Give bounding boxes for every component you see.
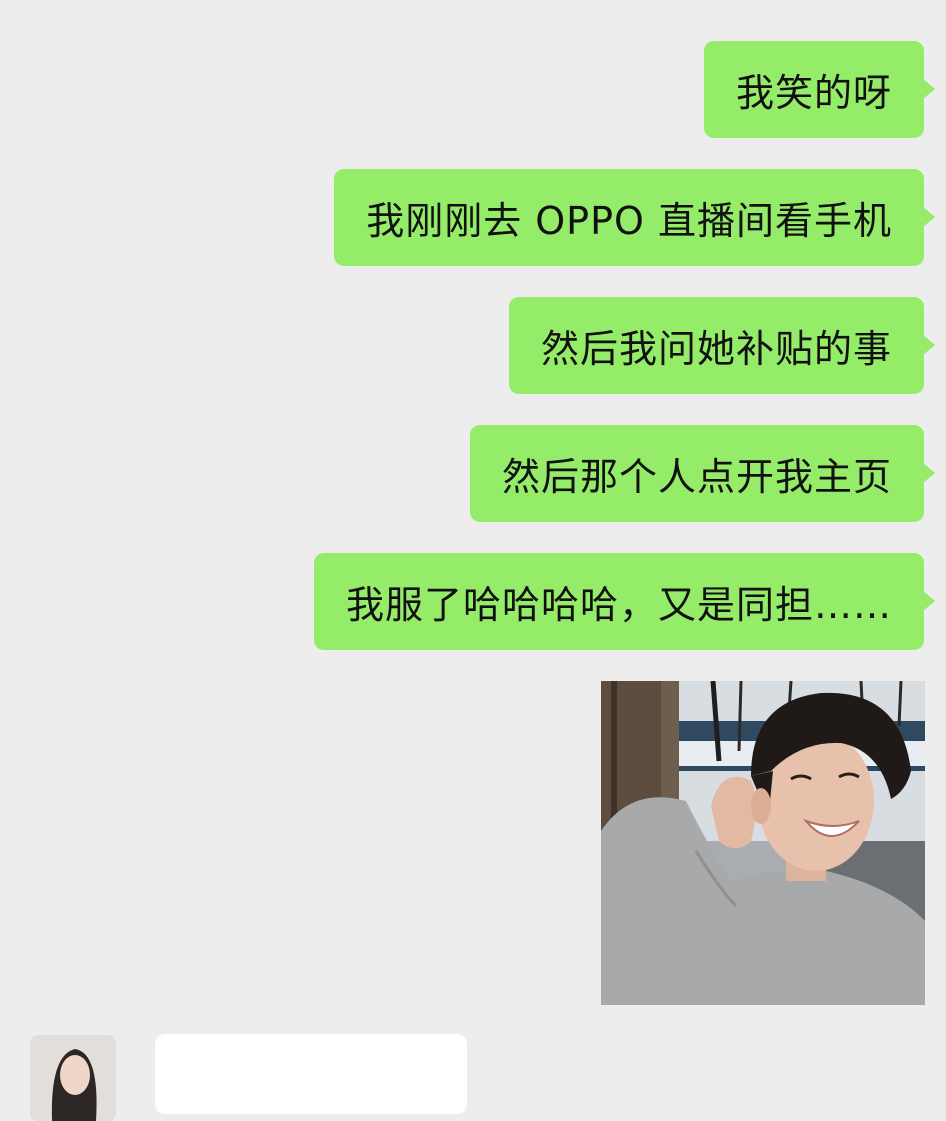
chat-area: 我笑的呀 我刚刚去 OPPO 直播间看手机 然后我问她补贴的事 然后那个人点开我… xyxy=(0,0,946,1121)
message-bubble[interactable]: 我笑的呀 xyxy=(703,41,936,138)
message-bubble[interactable]: 然后那个人点开我主页 xyxy=(469,425,936,522)
message-text: 我刚刚去 OPPO 直播间看手机 xyxy=(366,199,892,243)
message-bubble[interactable]: 我服了哈哈哈哈，又是同担…… xyxy=(313,553,936,650)
message-text: 然后那个人点开我主页 xyxy=(501,455,892,499)
smiling-person-photo-icon xyxy=(601,681,925,1005)
message-bubble[interactable]: 然后我问她补贴的事 xyxy=(508,297,936,394)
message-bubble[interactable]: 我刚刚去 OPPO 直播间看手机 xyxy=(334,169,935,266)
message-text: 我笑的呀 xyxy=(735,71,892,115)
avatar-icon xyxy=(30,1035,116,1121)
image-message[interactable] xyxy=(601,681,925,1005)
contact-avatar[interactable] xyxy=(30,1035,116,1121)
incoming-message-bubble[interactable] xyxy=(155,1034,467,1114)
message-text: 我服了哈哈哈哈，又是同担…… xyxy=(345,583,892,627)
message-text: 然后我问她补贴的事 xyxy=(540,327,892,371)
